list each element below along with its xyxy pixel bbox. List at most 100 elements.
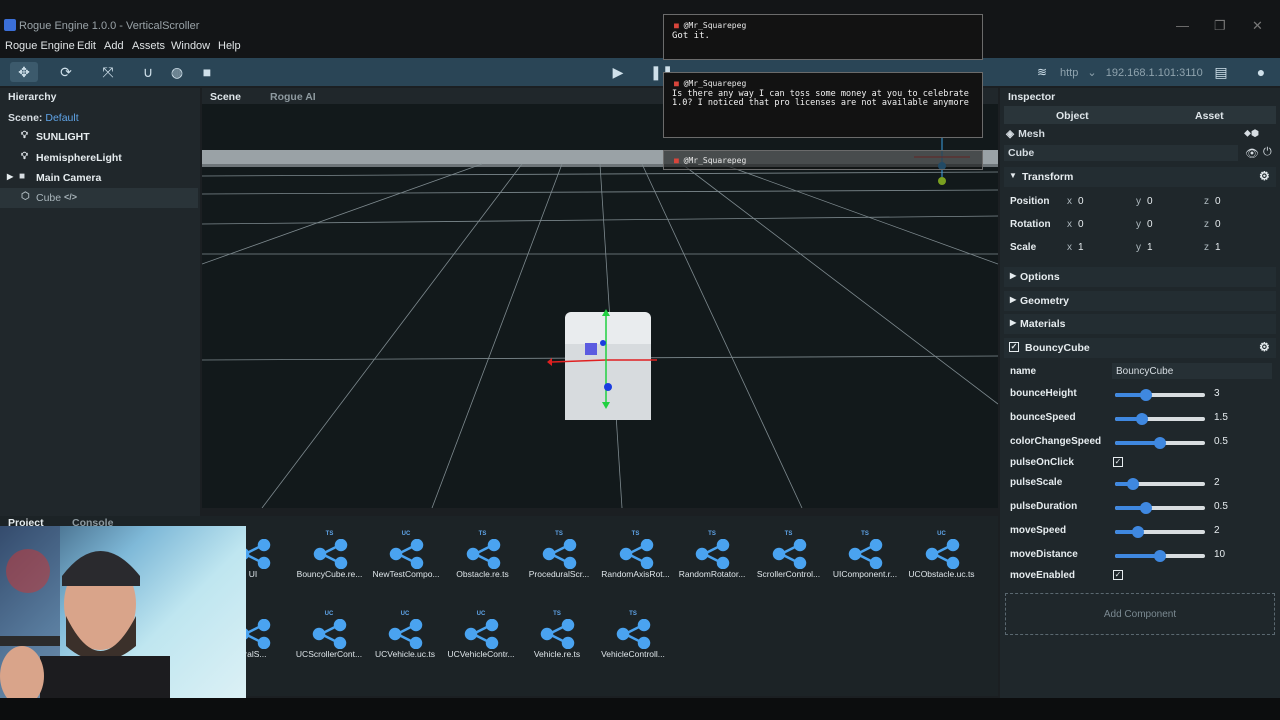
maximize-icon[interactable]: ❐: [1214, 18, 1226, 34]
menu-edit[interactable]: Edit: [77, 40, 96, 52]
scale-x-field[interactable]: x1: [1067, 242, 1084, 253]
name-input[interactable]: BouncyCube: [1112, 363, 1272, 379]
property-slider[interactable]: [1115, 550, 1205, 562]
asset-type-tag: TS: [555, 531, 563, 537]
asset-name: ScrollerControl...: [756, 569, 821, 579]
close-icon[interactable]: ✕: [1252, 18, 1263, 34]
rotation-label: Rotation: [1010, 219, 1051, 230]
asset-item[interactable]: TS Vehicle.re.ts: [517, 611, 597, 659]
menu-rogue-engine[interactable]: Rogue Engine: [5, 40, 75, 52]
eye-icon[interactable]: 👁︎: [1245, 147, 1259, 160]
gear-icon[interactable]: ⚙: [1259, 340, 1270, 354]
scale-z-field[interactable]: z1: [1204, 242, 1221, 253]
section-title: Options: [1020, 271, 1060, 283]
expand-arrow-icon[interactable]: ▶: [7, 172, 13, 181]
scale-tool-icon[interactable]: ⤧: [98, 62, 118, 82]
move-enabled-checkbox[interactable]: ✓: [1113, 570, 1123, 580]
property-value[interactable]: 2: [1214, 525, 1220, 536]
asset-item[interactable]: TS UIComponent.r...: [825, 531, 905, 579]
position-y-field[interactable]: y0: [1136, 196, 1153, 207]
scene-name: Default: [45, 112, 79, 124]
property-slider[interactable]: [1115, 502, 1205, 514]
menu-help[interactable]: Help: [218, 40, 241, 52]
section-title: Geometry: [1020, 295, 1070, 307]
asset-item[interactable]: TS BouncyCube.re...: [290, 531, 370, 579]
world-space-icon[interactable]: ◍: [167, 62, 187, 82]
rotation-x-field[interactable]: x0: [1067, 219, 1084, 230]
tab-hierarchy[interactable]: Hierarchy: [8, 91, 56, 103]
property-value[interactable]: 1.5: [1214, 412, 1228, 423]
chat-username: @Mr_Squarepeg: [674, 21, 982, 30]
asset-name: RandomRotator...: [678, 569, 746, 579]
hierarchy-item-cube[interactable]: ⬡ Cube </>: [0, 188, 198, 208]
hierarchy-item-main-camera[interactable]: ▶ ■ Main Camera: [0, 168, 198, 188]
asset-item[interactable]: UC NewTestCompo...: [366, 531, 446, 579]
property-value[interactable]: 10: [1214, 549, 1225, 560]
property-value[interactable]: 0.5: [1214, 436, 1228, 447]
bouncycube-component-header[interactable]: ✓ BouncyCube ⚙: [1004, 338, 1276, 358]
rotation-y-field[interactable]: y0: [1136, 219, 1153, 230]
property-value[interactable]: 3: [1214, 388, 1220, 399]
property-slider[interactable]: [1115, 389, 1205, 401]
asset-name: UI: [248, 569, 258, 579]
property-value[interactable]: 2: [1214, 477, 1220, 488]
property-slider[interactable]: [1115, 526, 1205, 538]
connection-info[interactable]: http ⌄ 192.168.1.101:3110: [1060, 66, 1203, 79]
webcam-overlay: [0, 526, 246, 720]
rotate-tool-icon[interactable]: ⟳: [56, 62, 76, 82]
protocol-select[interactable]: http: [1060, 67, 1078, 79]
position-z-field[interactable]: z0: [1204, 196, 1221, 207]
power-icon[interactable]: ⏻: [1263, 146, 1272, 159]
tab-object[interactable]: Object: [1056, 110, 1089, 122]
materials-section-header[interactable]: ▶ Materials: [1004, 314, 1276, 334]
property-value[interactable]: 0.5: [1214, 501, 1228, 512]
tab-asset[interactable]: Asset: [1195, 110, 1224, 122]
property-slider[interactable]: [1115, 478, 1205, 490]
hierarchy-item-sunlight[interactable]: 💡︎ SUNLIGHT: [0, 127, 198, 147]
asset-item[interactable]: UC UCScrollerCont...: [289, 611, 369, 659]
asset-item[interactable]: TS RandomRotator...: [672, 531, 752, 579]
play-icon[interactable]: ▶: [608, 62, 628, 82]
menu-add[interactable]: Add: [104, 40, 124, 52]
options-section-header[interactable]: ▶ Options: [1004, 267, 1276, 287]
script-share-icon: [290, 539, 370, 569]
chat-message: @Mr_Squarepeg Is there any way I can tos…: [663, 72, 983, 138]
asset-item[interactable]: UC UCVehicleContr...: [441, 611, 521, 659]
asset-item[interactable]: TS RandomAxisRot...: [596, 531, 676, 579]
property-slider[interactable]: [1115, 413, 1205, 425]
asset-item[interactable]: TS ScrollerControl...: [749, 531, 829, 579]
gear-icon[interactable]: ⚙: [1259, 169, 1270, 183]
hierarchy-item-hemisphere-light[interactable]: 💡︎ HemisphereLight: [0, 148, 198, 168]
asset-item[interactable]: UC UCObstacle.uc.ts: [902, 531, 982, 579]
move-tool-icon[interactable]: ✥: [10, 62, 38, 82]
address-text: 192.168.1.101:3110: [1105, 67, 1203, 79]
scale-y-field[interactable]: y1: [1136, 242, 1153, 253]
snap-magnet-icon[interactable]: ∪: [138, 62, 158, 82]
property-slider[interactable]: [1115, 437, 1205, 449]
object-name-field[interactable]: Cube: [1004, 145, 1238, 161]
build-icon[interactable]: ▤: [1211, 62, 1231, 82]
transform-section-header[interactable]: ▼ Transform ⚙: [1004, 167, 1276, 187]
asset-item[interactable]: UC UCVehicle.uc.ts: [365, 611, 445, 659]
tab-inspector[interactable]: Inspector: [1008, 91, 1055, 103]
geometry-section-header[interactable]: ▶ Geometry: [1004, 291, 1276, 311]
asset-item[interactable]: TS VehicleControll...: [593, 611, 673, 659]
account-icon[interactable]: ●: [1251, 62, 1271, 82]
pulse-on-click-checkbox[interactable]: ✓: [1113, 457, 1123, 467]
tab-rogue-ai[interactable]: Rogue AI: [270, 91, 316, 103]
menu-window[interactable]: Window: [171, 40, 210, 52]
minimize-icon[interactable]: —: [1176, 18, 1189, 33]
asset-item[interactable]: TS ProceduralScr...: [519, 531, 599, 579]
component-enabled-checkbox[interactable]: ✓: [1009, 342, 1019, 352]
scale-label: Scale: [1010, 242, 1037, 253]
position-x-field[interactable]: x0: [1067, 196, 1084, 207]
rotation-z-field[interactable]: z0: [1204, 219, 1221, 230]
tag-icon[interactable]: ⬥⬢: [1244, 128, 1259, 139]
property-label: bounceHeight: [1010, 388, 1077, 399]
tab-scene[interactable]: Scene: [210, 91, 241, 103]
asset-item[interactable]: TS Obstacle.re.ts: [443, 531, 523, 579]
menu-assets[interactable]: Assets: [132, 40, 165, 52]
asset-type-tag: TS: [478, 531, 487, 537]
camera-view-icon[interactable]: ■: [197, 62, 217, 82]
add-component-button[interactable]: Add Component: [1005, 593, 1275, 635]
